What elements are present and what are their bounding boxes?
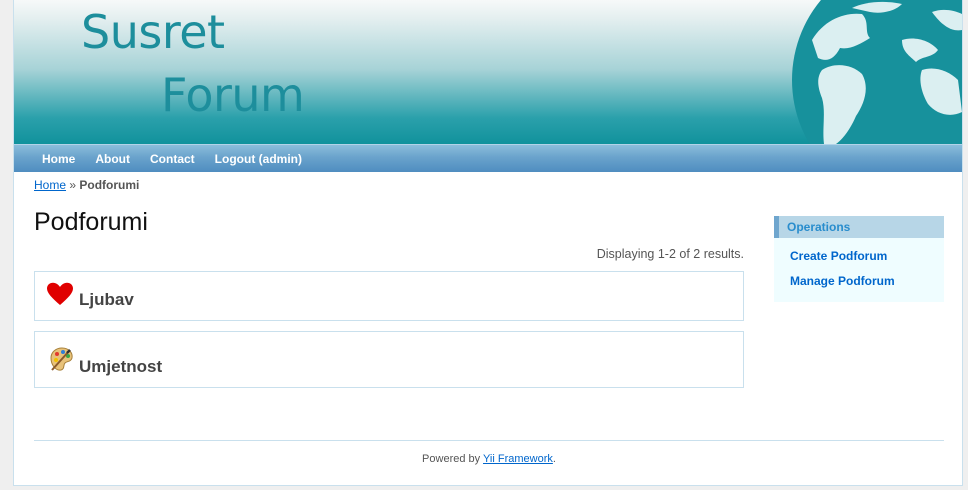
operations-sidebar: Operations Create Podforum Manage Podfor… <box>774 216 944 302</box>
forum-list-item[interactable]: Umjetnost <box>34 331 744 388</box>
footer-suffix: . <box>552 453 556 465</box>
create-podforum-link[interactable]: Create Podforum <box>790 249 887 263</box>
sidebar-title: Operations <box>774 216 944 238</box>
logo-line-2: Forum <box>161 68 305 122</box>
globe-icon <box>792 0 962 144</box>
yii-framework-link[interactable]: Yii Framework <box>483 453 553 465</box>
site-header: Susret Forum <box>14 0 962 144</box>
forum-title[interactable]: Umjetnost <box>79 357 162 377</box>
breadcrumb-home-link[interactable]: Home <box>34 178 66 192</box>
main-menu: Home About Contact Logout (admin) <box>14 144 962 172</box>
footer-prefix: Powered by <box>422 453 483 465</box>
logo-line-1: Susret <box>81 5 225 59</box>
menu-item-contact[interactable]: Contact <box>140 152 205 166</box>
results-summary: Displaying 1-2 of 2 results. <box>596 247 744 261</box>
menu-item-logout[interactable]: Logout (admin) <box>205 152 312 166</box>
site-footer: Powered by Yii Framework. <box>34 440 944 465</box>
menu-item-home[interactable]: Home <box>32 152 85 166</box>
breadcrumb-current: Podforumi <box>79 178 140 192</box>
operations-list: Create Podforum Manage Podforum <box>774 238 944 302</box>
breadcrumb: Home » Podforumi <box>14 172 962 192</box>
page-container: Susret Forum Home About Contact Logout (… <box>13 0 963 486</box>
main-content: Podforumi Displaying 1-2 of 2 results. L… <box>34 208 744 388</box>
heart-icon <box>47 282 73 305</box>
breadcrumb-separator: » <box>69 178 80 192</box>
paint-palette-icon <box>50 347 73 371</box>
list-item: Create Podforum <box>790 244 944 269</box>
list-item: Manage Podforum <box>790 269 944 294</box>
menu-item-about[interactable]: About <box>85 152 140 166</box>
page-title: Podforumi <box>34 208 148 236</box>
manage-podforum-link[interactable]: Manage Podforum <box>790 274 895 288</box>
forum-title[interactable]: Ljubav <box>79 290 134 310</box>
forum-list-item[interactable]: Ljubav <box>34 271 744 321</box>
